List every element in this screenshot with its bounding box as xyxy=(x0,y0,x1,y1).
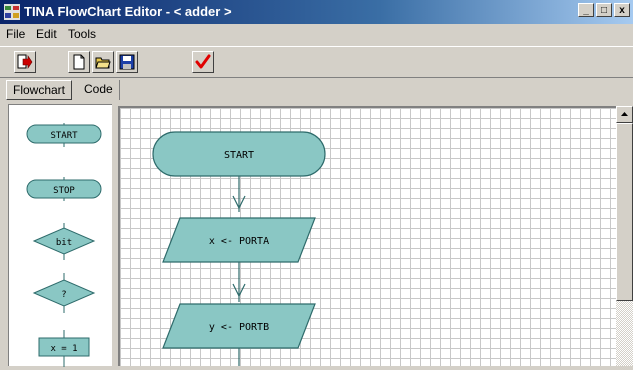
window-title: TINA FlowChart Editor - < adder > xyxy=(24,4,232,19)
tab-code[interactable]: Code xyxy=(78,80,120,100)
palette-condition-item[interactable]: ? xyxy=(32,273,96,313)
app-icon xyxy=(4,4,20,20)
new-document-icon xyxy=(73,54,85,70)
palette-assign-item[interactable]: x = 1 xyxy=(38,330,90,367)
check-button[interactable] xyxy=(192,51,214,73)
vertical-scrollbar[interactable] xyxy=(616,106,633,366)
shape-palette: START STOP bit ? x = 1 xyxy=(8,104,112,367)
scroll-thumb[interactable] xyxy=(616,123,633,301)
exit-run-button[interactable] xyxy=(14,51,36,73)
flowchart-canvas[interactable]: START x <- PORTA y <- PORTB xyxy=(118,106,616,366)
maximize-button[interactable]: □ xyxy=(596,3,612,17)
flowchart-input-portb-label: y <- PORTB xyxy=(209,322,269,333)
menu-edit[interactable]: Edit xyxy=(36,27,57,41)
up-arrow-icon xyxy=(621,112,628,116)
palette-bit-label: bit xyxy=(56,238,72,248)
flowchart-start-node[interactable]: START xyxy=(152,131,326,177)
palette-condition-label: ? xyxy=(61,290,66,300)
palette-shapes: START STOP bit ? x = 1 xyxy=(26,123,102,367)
palette-start-label: START xyxy=(50,131,78,141)
flowchart-start-label: START xyxy=(224,150,254,161)
palette-start-item[interactable]: START xyxy=(26,123,102,147)
tab-bar: Flowchart Code xyxy=(0,78,633,102)
flowchart-input-porta-node[interactable]: x <- PORTA xyxy=(162,217,316,263)
check-mark-icon xyxy=(195,54,211,69)
exit-run-icon xyxy=(17,54,33,69)
minimize-button[interactable]: _ xyxy=(578,3,594,17)
open-folder-icon xyxy=(95,57,111,69)
tab-flowchart[interactable]: Flowchart xyxy=(6,80,73,100)
palette-stop-label: STOP xyxy=(53,186,75,196)
open-folder-button[interactable] xyxy=(92,51,114,73)
toolbar xyxy=(0,46,633,78)
title-bar: TINA FlowChart Editor - < adder > _ □ x xyxy=(0,0,633,24)
close-button[interactable]: x xyxy=(614,3,630,17)
menu-tools[interactable]: Tools xyxy=(68,27,96,41)
palette-assign-label: x = 1 xyxy=(50,344,77,354)
menu-bar: File Edit Tools xyxy=(0,24,633,45)
scroll-up-button[interactable] xyxy=(616,106,633,123)
connector-arrow xyxy=(232,262,246,302)
palette-stop-item[interactable]: STOP xyxy=(26,177,102,201)
connector-arrow xyxy=(232,176,246,212)
menu-file[interactable]: File xyxy=(6,27,25,41)
flowchart-diagram: START x <- PORTA y <- PORTB xyxy=(152,131,326,366)
new-document-button[interactable] xyxy=(68,51,90,73)
save-button[interactable] xyxy=(116,51,138,73)
flowchart-input-portb-node[interactable]: y <- PORTB xyxy=(162,303,316,349)
save-disk-icon xyxy=(119,54,135,70)
flowchart-input-porta-label: x <- PORTA xyxy=(209,236,269,247)
palette-bit-item[interactable]: bit xyxy=(32,223,96,260)
